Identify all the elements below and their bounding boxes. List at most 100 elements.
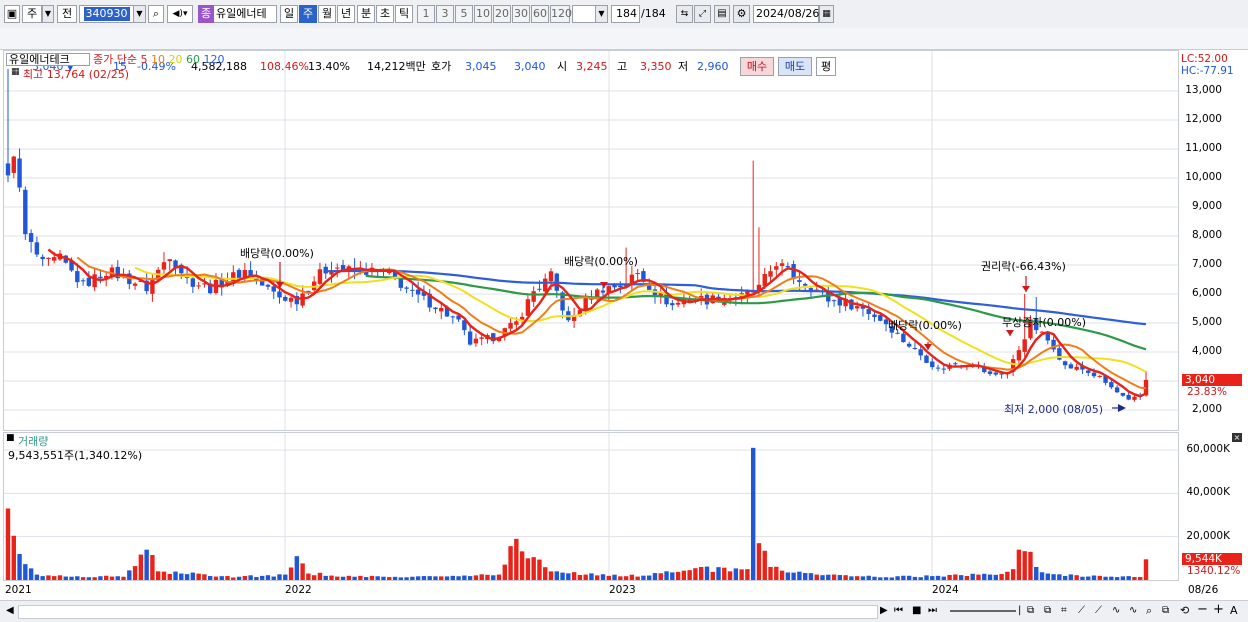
hc-label: HC:-77.91 (1181, 65, 1234, 77)
price-y-tick: 10,000 (1185, 171, 1222, 183)
layout-split-icon[interactable]: ⧉ (1027, 604, 1034, 618)
market-tab[interactable]: 주 (22, 5, 42, 23)
zoom-slider[interactable] (950, 610, 1016, 612)
interval-10[interactable]: 10 (474, 5, 492, 23)
quote-info-bar: 3,040 ▼ 15 -0.49% 4,582,188 108.46% 13.4… (0, 28, 1248, 76)
current-change-label: 23.83% (1187, 385, 1228, 398)
zoom-out-icon[interactable]: − (1197, 603, 1208, 617)
zoom-handle-icon[interactable]: | (1018, 604, 1021, 618)
period-tab-year[interactable]: 년 (337, 5, 355, 23)
price-y-tick: 11,000 (1185, 142, 1222, 154)
fibonacci-icon[interactable]: ⟋ (1095, 604, 1102, 618)
current-volume-box: 9,544K (1182, 553, 1242, 566)
lc-label: LC:52.00 (1181, 53, 1228, 65)
close-panel-icon[interactable]: × (1232, 433, 1242, 442)
play-forward-icon[interactable]: ⏭ (928, 604, 937, 618)
ma-legend-20: 20 (168, 53, 183, 66)
price-y-tick: 5,000 (1191, 316, 1222, 328)
volume-y-tick: 20,000K (1186, 529, 1230, 542)
zoom-in-icon[interactable]: + (1213, 603, 1224, 617)
auto-scale-icon[interactable]: A (1230, 604, 1238, 618)
interval-5[interactable]: 5 (455, 5, 473, 23)
settings-gear-icon[interactable]: ⚙ (733, 5, 750, 23)
interval-1[interactable]: 1 (417, 5, 435, 23)
count-total: /184 (641, 7, 666, 20)
interval-dropdown-icon[interactable]: ▼ (595, 5, 608, 23)
event-label-dividend-2022: 배당락(0.00%) (564, 255, 638, 268)
market-dropdown-icon[interactable]: ▼ (42, 5, 54, 23)
volume-y-tick: 60,000K (1186, 443, 1230, 455)
price-y-tick: 9,000 (1191, 200, 1222, 212)
price-y-tick: 7,000 (1191, 258, 1222, 270)
horizontal-scrollbar[interactable] (18, 605, 878, 619)
x-tick-2023: 2023 (609, 584, 636, 596)
event-label-rights: 권리락(-66.43%) (981, 260, 1066, 273)
ma-legend-5: 5 (140, 53, 148, 66)
stock-code-value: 340930 (83, 7, 130, 21)
price-y-tick: 12,000 (1185, 113, 1222, 125)
code-dropdown-icon[interactable]: ▼ (133, 5, 146, 23)
rewind-icon[interactable]: ⏮ (894, 604, 903, 618)
compare-icon[interactable]: ⧉ (1044, 604, 1051, 618)
stock-name: 유일에너테 (214, 5, 277, 23)
event-label-bonus-issue: 무상증자(0.00%) (1002, 316, 1087, 329)
event-label-dividend-2021: 배당락(0.00%) (240, 247, 314, 260)
x-tick-2021: 2021 (5, 584, 32, 596)
stop-icon[interactable]: ■ (912, 604, 921, 618)
chart-navigation-bar: ◀ ▶ ⏮ ■ ⏭ | ⧉ ⧉ ⌗ ⟋ ⟋ ∿ ∿ ⌕ ⧉ ⟲ − + A (0, 600, 1248, 622)
main-toolbar: ▣ 주 ▼ 전 340930 ▼ ⌕ ◀)▾ 종 유일에너테 일 주 월 년 분… (0, 0, 1248, 29)
date-input[interactable]: 2024/08/26 (753, 5, 819, 23)
interval-120[interactable]: 120 (550, 5, 572, 23)
period-tab-second[interactable]: 초 (376, 5, 394, 23)
price-y-tick: 8,000 (1191, 229, 1222, 241)
reset-zoom-icon[interactable]: ⟲ (1180, 604, 1189, 618)
calendar-icon[interactable]: ▦ (819, 5, 834, 23)
stock-type-badge: 종 (198, 5, 214, 23)
interval-20[interactable]: 20 (493, 5, 511, 23)
chart-title: 유일에너테크 (6, 53, 90, 66)
pattern-icon[interactable]: ∿ (1129, 604, 1137, 618)
scroll-left-icon[interactable]: ◀ (6, 604, 14, 618)
stock-code-input[interactable]: 340930 (79, 5, 134, 23)
save-icon[interactable]: ▤ (714, 5, 730, 23)
speaker-icon[interactable]: ◀)▾ (167, 5, 193, 23)
price-y-tick: 4,000 (1191, 345, 1222, 357)
search-icon[interactable]: ⌕ (148, 5, 164, 23)
prev-button[interactable]: 전 (57, 5, 77, 23)
high-annotation: 최고 13,764 (02/25) (23, 68, 130, 81)
layout-icon[interactable]: ▣ (4, 5, 20, 23)
scroll-right-icon[interactable]: ▶ (880, 604, 888, 618)
period-tab-tick[interactable]: 틱 (395, 5, 413, 23)
trend-line-icon[interactable]: ⟋ (1078, 604, 1085, 618)
volume-summary: 9,543,551주(1,340.12%) (8, 449, 143, 462)
period-tab-minute[interactable]: 분 (357, 5, 375, 23)
x-tick-2022: 2022 (285, 584, 312, 596)
current-volume-pct: 1340.12% (1187, 565, 1241, 578)
capture-icon[interactable]: ⧉ (1162, 604, 1169, 618)
scroll-chart-icon[interactable]: ⇆ (676, 5, 693, 23)
interval-30[interactable]: 30 (512, 5, 530, 23)
ma-legend-120: 120 (203, 53, 225, 66)
ma-legend-60: 60 (185, 53, 200, 66)
period-tab-day[interactable]: 일 (280, 5, 298, 23)
price-chart-panel (3, 50, 1179, 431)
x-end-label: 08/26 (1188, 584, 1219, 596)
x-tick-2024: 2024 (932, 584, 959, 596)
crosshair-icon[interactable]: ⌗ (1061, 604, 1067, 618)
event-label-dividend-2023: 배당락(0.00%) (888, 319, 962, 332)
period-tab-week[interactable]: 주 (299, 5, 317, 23)
count-input[interactable]: 184 (611, 5, 640, 23)
interval-60[interactable]: 60 (531, 5, 549, 23)
price-y-tick: 6,000 (1191, 287, 1222, 299)
price-y-tick: 13,000 (1185, 84, 1222, 96)
wave-icon[interactable]: ∿ (1112, 604, 1120, 618)
period-tab-month[interactable]: 월 (318, 5, 336, 23)
interval-3[interactable]: 3 (436, 5, 454, 23)
draw-tool-icon[interactable]: ⤢ (694, 5, 711, 23)
price-y-tick: 2,000 (1191, 403, 1222, 415)
ma-legend: 종가 단순 5 10 20 60 120 (93, 53, 224, 66)
current-price-box: 3,040 (1182, 373, 1242, 386)
magnify-icon[interactable]: ⌕ (1146, 604, 1152, 618)
ma-legend-label: 종가 단순 (93, 53, 137, 66)
table-icon[interactable]: ▦ (11, 67, 20, 77)
